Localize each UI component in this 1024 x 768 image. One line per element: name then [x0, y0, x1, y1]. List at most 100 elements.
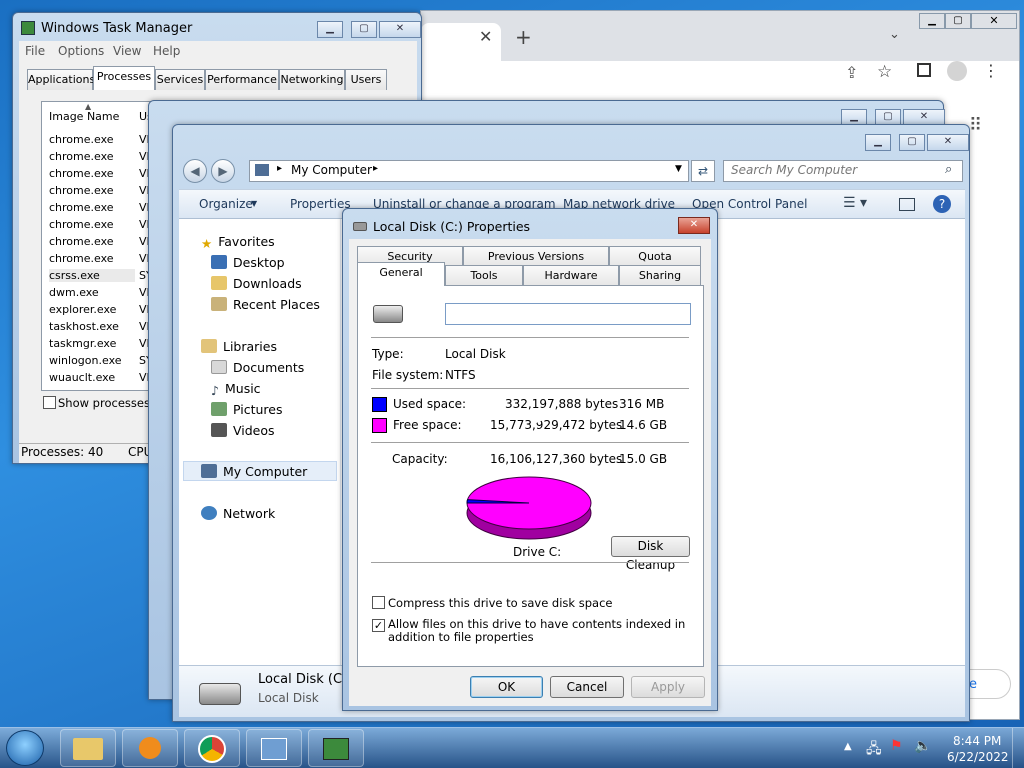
music-icon: ♪ [211, 383, 219, 398]
explorer-minimize-button[interactable]: ▁ [865, 134, 891, 151]
process-row-name[interactable]: chrome.exe [49, 150, 114, 163]
process-row-name[interactable]: chrome.exe [49, 235, 114, 248]
tab-processes[interactable]: Processes [93, 66, 155, 90]
taskmgr-close-button[interactable]: ✕ [379, 21, 421, 38]
address-chevron-icon-2: ▸ [373, 163, 379, 174]
nav-pictures[interactable]: Pictures [211, 402, 283, 417]
network-tray-icon[interactable]: 🖧 [866, 738, 882, 762]
process-row-name[interactable]: taskhost.exe [49, 320, 119, 333]
new-tab-icon[interactable]: + [515, 25, 532, 49]
process-row-name[interactable]: wuauclt.exe [49, 371, 115, 384]
address-dropdown-icon[interactable]: ▼ [675, 164, 682, 174]
nav-libraries[interactable]: Libraries [201, 339, 277, 354]
tab-networking[interactable]: Networking [279, 69, 345, 90]
taskbar-task-manager[interactable] [308, 729, 364, 767]
apply-button[interactable]: Apply [631, 676, 705, 698]
close-tab-icon[interactable]: ✕ [479, 27, 492, 46]
menu-options[interactable]: Options [58, 44, 104, 58]
menu-file[interactable]: File [25, 44, 45, 58]
share-icon[interactable]: ⇪ [845, 63, 858, 82]
nav-music[interactable]: ♪ Music [211, 381, 261, 398]
explorer-maximize-button[interactable]: ▢ [899, 134, 925, 151]
profile-avatar-icon[interactable] [947, 61, 967, 81]
menu-help[interactable]: Help [153, 44, 180, 58]
process-row-name[interactable]: chrome.exe [49, 252, 114, 265]
process-row-name[interactable]: csrss.exe [49, 269, 135, 282]
bookmark-star-icon[interactable]: ☆ [877, 62, 892, 82]
forward-button[interactable]: ▶ [211, 159, 235, 183]
compress-checkbox[interactable] [372, 596, 385, 609]
refresh-button[interactable]: ⇄ [691, 160, 715, 182]
address-text: My Computer [291, 163, 372, 177]
apps-grid-icon[interactable]: ⠿ [969, 115, 982, 136]
process-row-name[interactable]: dwm.exe [49, 286, 99, 299]
clock-date[interactable]: 6/22/2022 [947, 750, 1009, 764]
action-center-icon[interactable]: ⚑ [890, 738, 903, 754]
process-row-name[interactable]: chrome.exe [49, 184, 114, 197]
tab-search-icon[interactable]: ⌄ [889, 27, 900, 42]
properties-button[interactable]: Properties [290, 197, 351, 211]
process-row-name[interactable]: chrome.exe [49, 133, 114, 146]
preview-pane-icon[interactable] [899, 198, 915, 211]
tab-applications[interactable]: Applications [27, 69, 95, 90]
explorer-close-button[interactable]: ✕ [927, 134, 969, 151]
task-manager-icon [21, 21, 35, 35]
nav-desktop[interactable]: Desktop [211, 255, 285, 270]
show-desktop-button[interactable] [1012, 728, 1024, 768]
nav-network[interactable]: Network [201, 506, 275, 521]
taskmgr-maximize-button[interactable]: ▢ [351, 21, 377, 38]
address-chevron-icon: ▸ [277, 163, 283, 174]
minimize-icon[interactable]: ▁ [919, 13, 945, 29]
separator-4 [371, 562, 689, 563]
nav-favorites[interactable]: ★ Favorites [201, 234, 275, 251]
tab-hardware[interactable]: Hardware [523, 265, 619, 286]
maximize-icon[interactable]: ▢ [945, 13, 971, 29]
taskmgr-minimize-button[interactable]: ▁ [317, 21, 343, 38]
tab-sharing[interactable]: Sharing [619, 265, 701, 286]
tab-tools[interactable]: Tools [445, 265, 523, 286]
process-row-name[interactable]: chrome.exe [49, 201, 114, 214]
back-button[interactable]: ◀ [183, 159, 207, 183]
show-all-checkbox[interactable] [43, 396, 56, 409]
process-row-name[interactable]: taskmgr.exe [49, 337, 116, 350]
tab-users[interactable]: Users [345, 69, 387, 90]
nav-videos[interactable]: Videos [211, 423, 275, 438]
taskbar-media-player[interactable] [122, 729, 178, 767]
help-icon[interactable]: ? [933, 195, 951, 213]
nav-recent[interactable]: Recent Places [211, 297, 320, 312]
taskbar-explorer[interactable] [60, 729, 116, 767]
volume-icon[interactable]: 🔈 [914, 738, 931, 754]
disk-cleanup-button[interactable]: Disk Cleanup [611, 536, 690, 572]
nav-downloads[interactable]: Downloads [211, 276, 302, 291]
process-row-name[interactable]: chrome.exe [49, 218, 114, 231]
start-button[interactable] [6, 730, 44, 766]
show-hidden-icons[interactable]: ▲ [844, 741, 852, 752]
close-icon[interactable]: ✕ [971, 13, 1017, 29]
tab-performance[interactable]: Performance [205, 69, 279, 90]
organize-dropdown-icon: ▼ [251, 199, 258, 208]
tab-general[interactable]: General [357, 262, 445, 286]
nav-documents[interactable]: Documents [211, 360, 304, 375]
organize-button[interactable]: Organize [199, 197, 253, 211]
volume-label-input[interactable] [445, 303, 691, 325]
tab-quota[interactable]: Quota [609, 246, 701, 267]
menu-kebab-icon[interactable]: ⋮ [983, 61, 999, 80]
menu-view[interactable]: View [113, 44, 141, 58]
clock-time[interactable]: 8:44 PM [953, 734, 1001, 748]
ok-button[interactable]: OK [470, 676, 543, 698]
tab-previous-versions[interactable]: Previous Versions [463, 246, 609, 267]
side-panel-icon[interactable] [917, 63, 931, 77]
taskbar-chrome[interactable] [184, 729, 240, 767]
process-row-name[interactable]: chrome.exe [49, 167, 114, 180]
taskbar-control-panel[interactable] [246, 729, 302, 767]
dialog-close-button[interactable]: ✕ [678, 217, 710, 234]
index-checkbox[interactable]: ✓ [372, 619, 385, 632]
view-options-icon[interactable]: ☰ ▾ [843, 195, 867, 211]
tab-services[interactable]: Services [155, 69, 205, 90]
process-row-name[interactable]: winlogon.exe [49, 354, 122, 367]
column-image-name[interactable]: Image Name [49, 110, 119, 123]
cancel-button[interactable]: Cancel [550, 676, 624, 698]
process-row-name[interactable]: explorer.exe [49, 303, 116, 316]
nav-computer[interactable]: My Computer [201, 464, 307, 479]
capacity-size: 15.0 GB [619, 452, 668, 466]
